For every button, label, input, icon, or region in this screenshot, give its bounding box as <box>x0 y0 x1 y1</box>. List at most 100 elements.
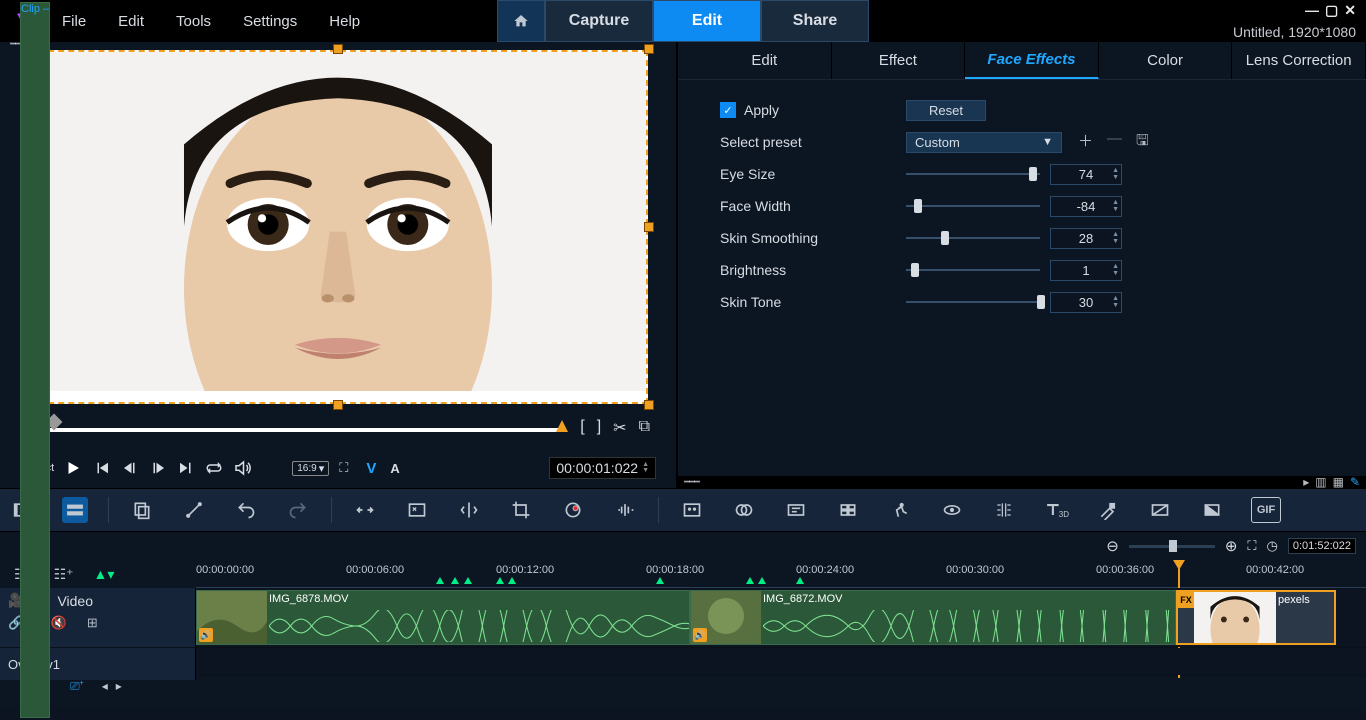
remove-preset-icon[interactable]: — <box>1107 130 1122 155</box>
time-ruler[interactable]: 00:00:00:00 00:00:06:00 00:00:12:00 00:0… <box>196 560 1366 588</box>
minimize-icon[interactable]: — <box>1305 2 1319 19</box>
gif-icon[interactable]: GIF <box>1251 497 1281 523</box>
preview-canvas[interactable]: Video Track <box>28 50 648 404</box>
audio-icon[interactable] <box>612 497 638 523</box>
add-track-icon[interactable]: ⎚⁺ <box>70 679 84 694</box>
trim-scrubber[interactable] <box>26 420 562 436</box>
maximize-icon[interactable]: ▢ <box>1325 2 1338 19</box>
overlay-icon[interactable] <box>731 497 757 523</box>
zoom-out-icon[interactable]: ⊖ <box>1106 537 1119 555</box>
zoom-in-icon[interactable]: ⊕ <box>1225 537 1238 555</box>
scroll-left-icon[interactable]: ◂ <box>102 679 108 693</box>
v-toggle[interactable]: V <box>366 460 376 477</box>
volume-button[interactable] <box>233 459 251 477</box>
copy-attrs-icon[interactable] <box>129 497 155 523</box>
tl-opt2-icon[interactable]: ☷⁺ <box>54 566 74 583</box>
menu-file[interactable]: File <box>60 9 88 34</box>
timeline-view-icon[interactable] <box>62 497 88 523</box>
menu-edit[interactable]: Edit <box>116 9 146 34</box>
skin-smoothing-value[interactable]: 28▲▼ <box>1050 228 1122 249</box>
layout-1-icon[interactable]: ▥ <box>1315 475 1326 489</box>
step-back-button[interactable] <box>121 459 139 477</box>
mode-share[interactable]: Share <box>761 0 869 42</box>
fit-window-icon[interactable]: ⛶ <box>1247 538 1256 554</box>
resize-handle[interactable] <box>333 44 343 54</box>
a-toggle[interactable]: A <box>390 461 399 476</box>
brightness-slider[interactable] <box>906 261 1040 279</box>
clip-1[interactable]: 🔊 IMG_6878.MOV <box>196 590 690 645</box>
scroll-right-icon[interactable]: ▸ <box>116 679 122 693</box>
mask-icon[interactable] <box>991 497 1017 523</box>
resize-handle[interactable] <box>644 400 654 410</box>
color-wheel-icon[interactable] <box>560 497 586 523</box>
resize-handle[interactable] <box>644 222 654 232</box>
crop-tool-icon[interactable] <box>508 497 534 523</box>
face-width-value[interactable]: -84▲▼ <box>1050 196 1122 217</box>
undo-icon[interactable] <box>233 497 259 523</box>
clip-3-selected[interactable]: FX pexels <box>1176 590 1336 645</box>
transition-icon[interactable] <box>1147 497 1173 523</box>
out-marker[interactable] <box>556 420 568 432</box>
loop-button[interactable] <box>205 459 223 477</box>
crop-icon[interactable]: ⛶ <box>339 460 348 476</box>
tab-face-effects[interactable]: Face Effects <box>965 42 1099 79</box>
mark-in-icon[interactable]: [ <box>580 418 584 438</box>
tracking-icon[interactable] <box>939 497 965 523</box>
tools-icon[interactable] <box>181 497 207 523</box>
tl-opt3-icon[interactable]: ▲▾ <box>94 566 115 583</box>
skin-smoothing-slider[interactable] <box>906 229 1040 247</box>
brightness-icon[interactable] <box>1199 497 1225 523</box>
eye-size-value[interactable]: 74▲▼ <box>1050 164 1122 185</box>
tab-color[interactable]: Color <box>1099 42 1233 79</box>
mode-capture[interactable]: Capture <box>545 0 653 42</box>
aspect-ratio[interactable]: 16:9▾ <box>292 461 329 476</box>
eye-size-slider[interactable] <box>906 165 1040 183</box>
split-icon[interactable] <box>456 497 482 523</box>
grid-icon[interactable] <box>835 497 861 523</box>
reset-button[interactable]: Reset <box>906 100 986 121</box>
mode-edit[interactable]: Edit <box>653 0 761 42</box>
scroll-right-icon[interactable]: ▸ <box>1303 475 1309 489</box>
menu-help[interactable]: Help <box>327 9 362 34</box>
clip-2[interactable]: 🔊 IMG_6872.MOV <box>690 590 1176 645</box>
split-icon[interactable]: ✂ <box>613 418 626 438</box>
pan-zoom-icon[interactable] <box>404 497 430 523</box>
preset-select[interactable]: Custom▼ <box>906 132 1062 153</box>
tab-edit[interactable]: Edit <box>698 42 832 79</box>
brightness-value[interactable]: 1▲▼ <box>1050 260 1122 281</box>
redo-icon[interactable] <box>285 497 311 523</box>
resize-handle[interactable] <box>333 400 343 410</box>
grid-icon[interactable]: ⊞ <box>87 615 98 631</box>
apply-checkbox[interactable]: ✓ <box>720 102 736 118</box>
home-button[interactable] <box>497 0 545 42</box>
timecode-display[interactable]: 00:00:01:022 ▲▼ <box>549 457 656 479</box>
close-icon[interactable]: ✕ <box>1344 2 1356 19</box>
menu-tools[interactable]: Tools <box>174 9 213 34</box>
layout-2-icon[interactable]: ▦ <box>1333 475 1344 489</box>
save-preset-icon[interactable]: 🖫 <box>1136 130 1149 155</box>
play-button[interactable] <box>64 459 82 477</box>
media-icon[interactable] <box>679 497 705 523</box>
skin-tone-slider[interactable] <box>906 293 1040 311</box>
face-width-slider[interactable] <box>906 197 1040 215</box>
fit-icon[interactable] <box>352 497 378 523</box>
prev-button[interactable] <box>93 459 111 477</box>
zoom-slider[interactable] <box>1129 545 1215 548</box>
step-fwd-button[interactable] <box>149 459 167 477</box>
tab-lens-correction[interactable]: Lens Correction <box>1232 42 1366 79</box>
resize-handle[interactable] <box>644 44 654 54</box>
title-icon[interactable] <box>783 497 809 523</box>
mute-icon[interactable]: 🔇 <box>51 615 67 631</box>
add-preset-icon[interactable]: ＋ <box>1078 130 1093 155</box>
3d-title-icon[interactable]: 3D <box>1043 497 1069 523</box>
copy-clip-icon[interactable]: ⧉ <box>639 418 650 438</box>
edit-layout-icon[interactable]: ✎ <box>1350 475 1360 489</box>
clock-icon[interactable]: ◷ <box>1267 538 1278 554</box>
menu-settings[interactable]: Settings <box>241 9 299 34</box>
chroma-icon[interactable] <box>1095 497 1121 523</box>
next-button[interactable] <box>177 459 195 477</box>
skin-tone-value[interactable]: 30▲▼ <box>1050 292 1122 313</box>
tab-effect[interactable]: Effect <box>832 42 966 79</box>
motion-icon[interactable] <box>887 497 913 523</box>
mark-out-icon[interactable]: ] <box>597 418 601 438</box>
